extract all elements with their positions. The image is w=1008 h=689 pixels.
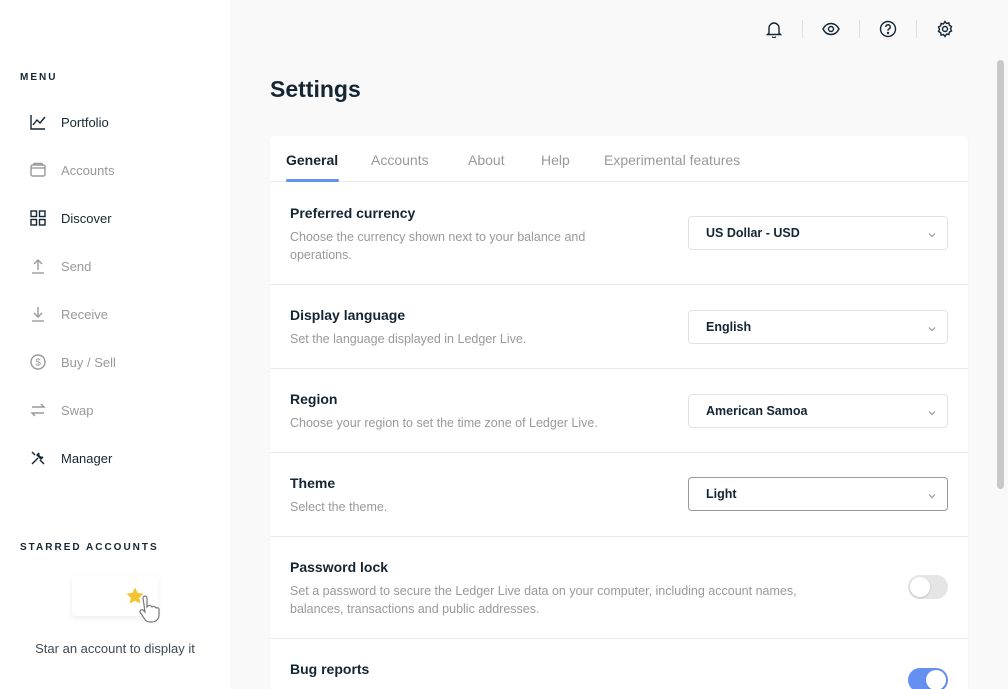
theme-select[interactable]: Light bbox=[688, 477, 948, 511]
sidebar-item-label: Receive bbox=[61, 306, 108, 322]
chevron-down-icon bbox=[927, 323, 937, 333]
setting-description: Set the language displayed in Ledger Liv… bbox=[290, 332, 527, 346]
tab-accounts[interactable]: Accounts bbox=[371, 152, 429, 168]
starred-placeholder-card bbox=[72, 576, 160, 623]
sidebar-item-label: Send bbox=[61, 258, 92, 274]
scrollbar[interactable] bbox=[997, 60, 1004, 489]
topbar-separator bbox=[916, 20, 917, 38]
sidebar-item-label: Portfolio bbox=[61, 114, 109, 130]
sidebar-item-label: Swap bbox=[61, 402, 94, 418]
settings-tabs: General Accounts About Help Experimental… bbox=[270, 136, 968, 182]
bug-reports-toggle[interactable] bbox=[908, 668, 948, 689]
language-select[interactable]: English bbox=[688, 310, 948, 344]
setting-title: Theme bbox=[290, 475, 336, 491]
setting-title: Preferred currency bbox=[290, 205, 416, 221]
currency-select[interactable]: US Dollar - USD bbox=[688, 216, 948, 250]
tab-experimental-features[interactable]: Experimental features bbox=[604, 152, 740, 168]
select-value: US Dollar - USD bbox=[706, 226, 800, 240]
setting-title: Password lock bbox=[290, 559, 389, 575]
select-value: Light bbox=[706, 487, 737, 501]
discover-icon bbox=[28, 208, 48, 228]
sidebar-item-receive[interactable]: Receive bbox=[28, 302, 108, 326]
send-icon bbox=[28, 256, 48, 276]
starred-hint: Star an account to display it bbox=[35, 641, 195, 656]
gear-icon[interactable] bbox=[934, 18, 956, 40]
sidebar-item-accounts[interactable]: Accounts bbox=[28, 158, 114, 182]
page-title: Settings bbox=[270, 76, 361, 102]
tab-general[interactable]: General bbox=[286, 152, 338, 168]
setting-row-language: Display language Set the language displa… bbox=[270, 285, 968, 369]
setting-row-theme: Theme Select the theme. Light bbox=[270, 453, 968, 537]
starred-accounts-title: STARRED ACCOUNTS bbox=[20, 542, 159, 553]
setting-title: Bug reports bbox=[290, 661, 370, 677]
chevron-down-icon bbox=[927, 229, 937, 239]
sidebar-item-buy-sell[interactable]: $ Buy / Sell bbox=[28, 350, 116, 374]
accounts-icon bbox=[28, 160, 48, 180]
settings-card: General Accounts About Help Experimental… bbox=[270, 136, 968, 689]
select-value: English bbox=[706, 320, 752, 334]
password-lock-toggle[interactable] bbox=[908, 575, 948, 599]
toggle-knob bbox=[910, 577, 930, 597]
setting-row-currency: Preferred currency Choose the currency s… bbox=[270, 182, 968, 285]
sidebar-item-manager[interactable]: Manager bbox=[28, 446, 112, 470]
chevron-down-icon bbox=[927, 407, 937, 417]
chevron-down-icon bbox=[927, 490, 937, 500]
sidebar-item-label: Discover bbox=[61, 210, 112, 226]
svg-text:$: $ bbox=[35, 358, 41, 369]
buy-sell-icon: $ bbox=[28, 352, 48, 372]
setting-description: Select the theme. bbox=[290, 500, 388, 514]
help-icon[interactable] bbox=[877, 18, 899, 40]
sidebar-item-label: Accounts bbox=[61, 162, 115, 178]
toggle-knob bbox=[926, 670, 946, 689]
sidebar-item-portfolio[interactable]: Portfolio bbox=[28, 110, 109, 134]
sidebar-item-label: Buy / Sell bbox=[61, 354, 116, 370]
select-value: American Samoa bbox=[706, 404, 808, 418]
setting-description: Choose the currency shown next to your b… bbox=[290, 230, 586, 262]
tab-about[interactable]: About bbox=[468, 152, 505, 168]
topbar-separator bbox=[859, 20, 860, 38]
sidebar-item-swap[interactable]: Swap bbox=[28, 398, 94, 422]
pointer-hand-icon bbox=[136, 594, 162, 629]
sidebar-item-label: Manager bbox=[61, 450, 113, 466]
setting-title: Region bbox=[290, 391, 338, 407]
setting-row-bug-reports: Bug reports bbox=[270, 639, 968, 689]
setting-row-region: Region Choose your region to set the tim… bbox=[270, 369, 968, 453]
bell-icon[interactable] bbox=[763, 18, 785, 40]
portfolio-icon bbox=[28, 112, 48, 132]
menu-title: MENU bbox=[20, 72, 58, 83]
setting-description: Choose your region to set the time zone … bbox=[290, 416, 598, 430]
receive-icon bbox=[28, 304, 48, 324]
setting-description: Set a password to secure the Ledger Live… bbox=[290, 584, 797, 616]
swap-icon bbox=[28, 400, 48, 420]
region-select[interactable]: American Samoa bbox=[688, 394, 948, 428]
tab-help[interactable]: Help bbox=[541, 152, 570, 168]
topbar-separator bbox=[802, 20, 803, 38]
sidebar: MENU Portfolio Accounts Discover Send Re… bbox=[0, 0, 230, 689]
sidebar-item-discover[interactable]: Discover bbox=[28, 206, 112, 230]
sidebar-item-send[interactable]: Send bbox=[28, 254, 91, 278]
manager-icon bbox=[28, 448, 48, 468]
setting-row-password-lock: Password lock Set a password to secure t… bbox=[270, 537, 968, 639]
eye-icon[interactable] bbox=[820, 18, 842, 40]
setting-title: Display language bbox=[290, 307, 406, 323]
